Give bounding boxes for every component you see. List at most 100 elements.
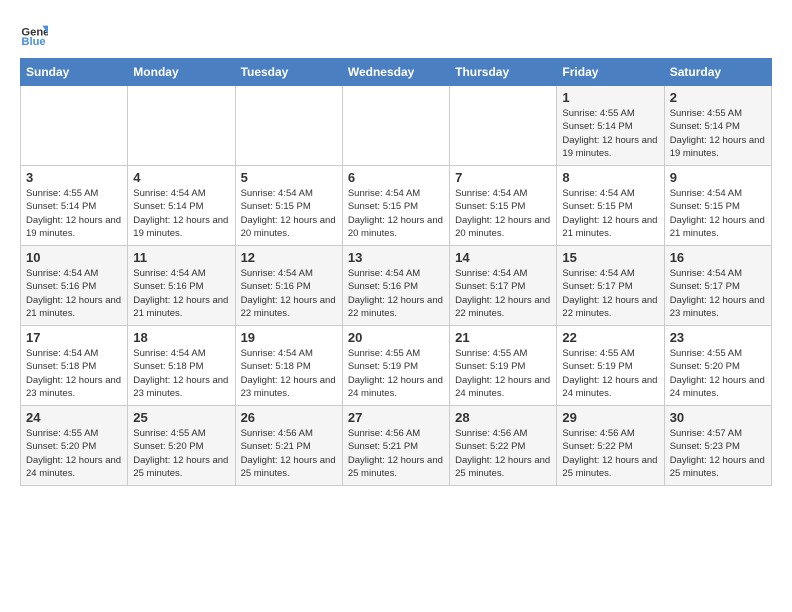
day-number: 16 xyxy=(670,250,766,265)
day-number: 14 xyxy=(455,250,551,265)
day-info: Sunrise: 4:54 AM Sunset: 5:18 PM Dayligh… xyxy=(26,347,122,400)
day-info: Sunrise: 4:54 AM Sunset: 5:17 PM Dayligh… xyxy=(562,267,658,320)
calendar-cell-w4-d4: 20 Sunrise: 4:55 AM Sunset: 5:19 PM Dayli… xyxy=(342,326,449,406)
day-info: Sunrise: 4:54 AM Sunset: 5:16 PM Dayligh… xyxy=(26,267,122,320)
day-info: Sunrise: 4:54 AM Sunset: 5:17 PM Dayligh… xyxy=(455,267,551,320)
day-info: Sunrise: 4:54 AM Sunset: 5:16 PM Dayligh… xyxy=(241,267,337,320)
day-info: Sunrise: 4:56 AM Sunset: 5:21 PM Dayligh… xyxy=(241,427,337,480)
calendar-cell-w5-d1: 24Sunrise: 4:55 AM Sunset: 5:20 PM Dayli… xyxy=(21,406,128,486)
day-info: Sunrise: 4:54 AM Sunset: 5:18 PM Dayligh… xyxy=(241,347,337,400)
calendar-cell-w5-d2: 25 Sunrise: 4:55 AM Sunset: 5:20 PM Dayli… xyxy=(128,406,235,486)
day-info: Sunrise: 4:54 AM Sunset: 5:15 PM Dayligh… xyxy=(455,187,551,240)
calendar-cell-w4-d3: 19 Sunrise: 4:54 AM Sunset: 5:18 PM Dayli… xyxy=(235,326,342,406)
day-info: Sunrise: 4:55 AM Sunset: 5:20 PM Dayligh… xyxy=(26,427,122,480)
calendar-cell-w4-d5: 21Sunrise: 4:55 AM Sunset: 5:19 PM Dayli… xyxy=(450,326,557,406)
day-info: Sunrise: 4:55 AM Sunset: 5:20 PM Dayligh… xyxy=(133,427,229,480)
day-number: 30 xyxy=(670,410,766,425)
calendar-cell-w5-d4: 27Sunrise: 4:56 AM Sunset: 5:21 PM Dayli… xyxy=(342,406,449,486)
calendar-week-1: 1 Sunrise: 4:55 AM Sunset: 5:14 PM Daylig… xyxy=(21,86,772,166)
day-number: 26 xyxy=(241,410,337,425)
day-number: 4 xyxy=(133,170,229,185)
calendar-cell-w1-d6: 1Sunrise: 4:55 AM Sunset: 5:14 PM Daylig… xyxy=(557,86,664,166)
day-info: Sunrise: 4:56 AM Sunset: 5:22 PM Dayligh… xyxy=(562,427,658,480)
calendar-cell-w1-d3 xyxy=(235,86,342,166)
logo: General Blue xyxy=(20,20,52,48)
page-header: General Blue xyxy=(20,20,772,48)
calendar-cell-w1-d5 xyxy=(450,86,557,166)
day-info: Sunrise: 4:55 AM Sunset: 5:19 PM Dayligh… xyxy=(455,347,551,400)
day-info: Sunrise: 4:54 AM Sunset: 5:15 PM Dayligh… xyxy=(670,187,766,240)
weekday-header-monday: Monday xyxy=(128,59,235,86)
calendar-week-2: 3 Sunrise: 4:55 AM Sunset: 5:14 PM Daylig… xyxy=(21,166,772,246)
day-info: Sunrise: 4:55 AM Sunset: 5:14 PM Dayligh… xyxy=(26,187,122,240)
day-number: 28 xyxy=(455,410,551,425)
day-number: 11 xyxy=(133,250,229,265)
day-info: Sunrise: 4:54 AM Sunset: 5:16 PM Dayligh… xyxy=(348,267,444,320)
day-info: Sunrise: 4:56 AM Sunset: 5:21 PM Dayligh… xyxy=(348,427,444,480)
calendar-cell-w2-d4: 6Sunrise: 4:54 AM Sunset: 5:15 PM Daylig… xyxy=(342,166,449,246)
day-number: 9 xyxy=(670,170,766,185)
calendar-cell-w2-d3: 5Sunrise: 4:54 AM Sunset: 5:15 PM Daylig… xyxy=(235,166,342,246)
calendar-cell-w2-d7: 9 Sunrise: 4:54 AM Sunset: 5:15 PM Daylig… xyxy=(664,166,771,246)
day-info: Sunrise: 4:54 AM Sunset: 5:15 PM Dayligh… xyxy=(241,187,337,240)
day-info: Sunrise: 4:57 AM Sunset: 5:23 PM Dayligh… xyxy=(670,427,766,480)
calendar-cell-w1-d7: 2 Sunrise: 4:55 AM Sunset: 5:14 PM Daylig… xyxy=(664,86,771,166)
calendar-cell-w1-d4 xyxy=(342,86,449,166)
calendar-cell-w3-d4: 13 Sunrise: 4:54 AM Sunset: 5:16 PM Dayli… xyxy=(342,246,449,326)
weekday-header-thursday: Thursday xyxy=(450,59,557,86)
day-number: 22 xyxy=(562,330,658,345)
day-number: 3 xyxy=(26,170,122,185)
day-info: Sunrise: 4:55 AM Sunset: 5:14 PM Dayligh… xyxy=(670,107,766,160)
weekday-header-friday: Friday xyxy=(557,59,664,86)
day-number: 25 xyxy=(133,410,229,425)
day-number: 19 xyxy=(241,330,337,345)
day-number: 13 xyxy=(348,250,444,265)
day-number: 29 xyxy=(562,410,658,425)
day-number: 2 xyxy=(670,90,766,105)
day-number: 18 xyxy=(133,330,229,345)
day-info: Sunrise: 4:54 AM Sunset: 5:15 PM Dayligh… xyxy=(348,187,444,240)
day-info: Sunrise: 4:54 AM Sunset: 5:14 PM Dayligh… xyxy=(133,187,229,240)
calendar-table: SundayMondayTuesdayWednesdayThursdayFrid… xyxy=(20,58,772,486)
day-info: Sunrise: 4:54 AM Sunset: 5:17 PM Dayligh… xyxy=(670,267,766,320)
day-info: Sunrise: 4:54 AM Sunset: 5:16 PM Dayligh… xyxy=(133,267,229,320)
calendar-cell-w4-d7: 23 Sunrise: 4:55 AM Sunset: 5:20 PM Dayli… xyxy=(664,326,771,406)
calendar-cell-w3-d7: 16 Sunrise: 4:54 AM Sunset: 5:17 PM Dayli… xyxy=(664,246,771,326)
calendar-cell-w3-d3: 12Sunrise: 4:54 AM Sunset: 5:16 PM Dayli… xyxy=(235,246,342,326)
calendar-cell-w2-d2: 4 Sunrise: 4:54 AM Sunset: 5:14 PM Daylig… xyxy=(128,166,235,246)
calendar-cell-w3-d1: 10 Sunrise: 4:54 AM Sunset: 5:16 PM Dayli… xyxy=(21,246,128,326)
day-info: Sunrise: 4:54 AM Sunset: 5:15 PM Dayligh… xyxy=(562,187,658,240)
calendar-cell-w5-d7: 30 Sunrise: 4:57 AM Sunset: 5:23 PM Dayli… xyxy=(664,406,771,486)
day-info: Sunrise: 4:56 AM Sunset: 5:22 PM Dayligh… xyxy=(455,427,551,480)
weekday-header-wednesday: Wednesday xyxy=(342,59,449,86)
calendar-cell-w5-d6: 29 Sunrise: 4:56 AM Sunset: 5:22 PM Dayli… xyxy=(557,406,664,486)
weekday-header-row: SundayMondayTuesdayWednesdayThursdayFrid… xyxy=(21,59,772,86)
calendar-cell-w2-d6: 8 Sunrise: 4:54 AM Sunset: 5:15 PM Daylig… xyxy=(557,166,664,246)
day-info: Sunrise: 4:54 AM Sunset: 5:18 PM Dayligh… xyxy=(133,347,229,400)
calendar-week-3: 10 Sunrise: 4:54 AM Sunset: 5:16 PM Dayli… xyxy=(21,246,772,326)
calendar-cell-w4-d6: 22 Sunrise: 4:55 AM Sunset: 5:19 PM Dayli… xyxy=(557,326,664,406)
weekday-header-tuesday: Tuesday xyxy=(235,59,342,86)
calendar-cell-w3-d5: 14 Sunrise: 4:54 AM Sunset: 5:17 PM Dayli… xyxy=(450,246,557,326)
weekday-header-sunday: Sunday xyxy=(21,59,128,86)
day-number: 23 xyxy=(670,330,766,345)
calendar-cell-w5-d5: 28 Sunrise: 4:56 AM Sunset: 5:22 PM Dayli… xyxy=(450,406,557,486)
day-info: Sunrise: 4:55 AM Sunset: 5:20 PM Dayligh… xyxy=(670,347,766,400)
day-number: 7 xyxy=(455,170,551,185)
calendar-week-4: 17Sunrise: 4:54 AM Sunset: 5:18 PM Dayli… xyxy=(21,326,772,406)
day-number: 15 xyxy=(562,250,658,265)
svg-text:Blue: Blue xyxy=(21,36,45,48)
calendar-cell-w5-d3: 26 Sunrise: 4:56 AM Sunset: 5:21 PM Dayli… xyxy=(235,406,342,486)
calendar-cell-w2-d5: 7 Sunrise: 4:54 AM Sunset: 5:15 PM Daylig… xyxy=(450,166,557,246)
calendar-header: SundayMondayTuesdayWednesdayThursdayFrid… xyxy=(21,59,772,86)
day-info: Sunrise: 4:55 AM Sunset: 5:19 PM Dayligh… xyxy=(348,347,444,400)
calendar-cell-w3-d6: 15 Sunrise: 4:54 AM Sunset: 5:17 PM Dayli… xyxy=(557,246,664,326)
day-number: 8 xyxy=(562,170,658,185)
day-info: Sunrise: 4:55 AM Sunset: 5:19 PM Dayligh… xyxy=(562,347,658,400)
day-number: 10 xyxy=(26,250,122,265)
calendar-cell-w1-d2 xyxy=(128,86,235,166)
day-number: 1 xyxy=(562,90,658,105)
calendar-cell-w2-d1: 3 Sunrise: 4:55 AM Sunset: 5:14 PM Daylig… xyxy=(21,166,128,246)
day-number: 20 xyxy=(348,330,444,345)
calendar-cell-w4-d1: 17Sunrise: 4:54 AM Sunset: 5:18 PM Dayli… xyxy=(21,326,128,406)
